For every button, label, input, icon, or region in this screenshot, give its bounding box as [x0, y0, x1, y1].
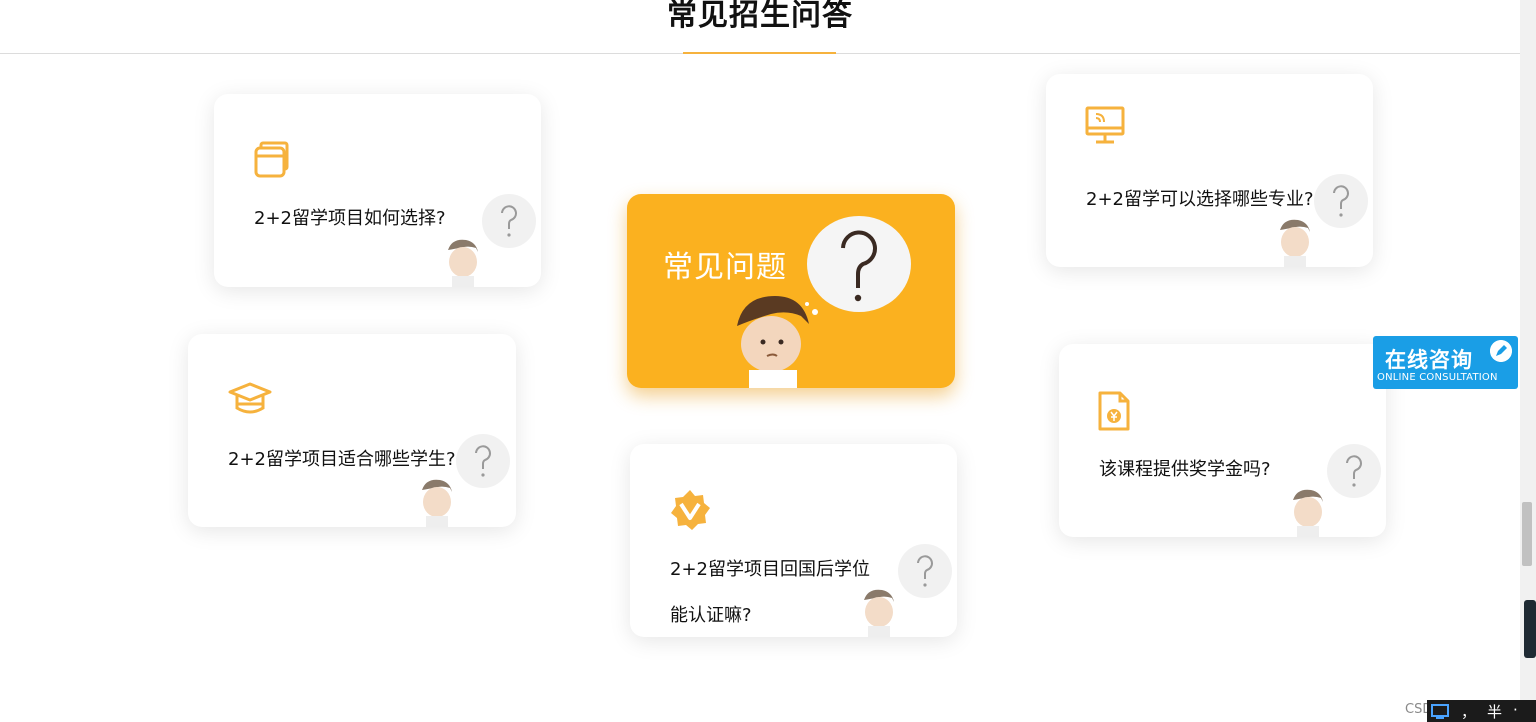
- thinking-boy-icon: [1293, 489, 1323, 537]
- question-mark-icon: [482, 194, 536, 248]
- scrollbar-thumb[interactable]: [1522, 502, 1532, 566]
- question-mark-icon: [898, 544, 952, 598]
- faq-card-5[interactable]: 该课程提供奖学金吗?: [1059, 344, 1386, 537]
- badge-v-icon: [671, 490, 710, 530]
- ime-toolbar[interactable]: ， 半 ·: [1427, 700, 1536, 722]
- online-consultation-button[interactable]: 在线咨询 ONLINE CONSULTATION: [1373, 336, 1518, 389]
- question-mark-icon: [1327, 444, 1381, 498]
- faq-question: 该课程提供奖学金吗?: [1099, 459, 1271, 480]
- faq-question: 2+2留学项目适合哪些学生?: [228, 449, 456, 470]
- document-yen-icon: [1098, 391, 1130, 431]
- ime-dot[interactable]: ·: [1513, 701, 1518, 719]
- faq-card-3[interactable]: 2+2留学项目回国后学位 能认证嘛?: [630, 444, 957, 637]
- pen-icon: [1490, 340, 1512, 362]
- scrollbar-overlay: [1524, 600, 1536, 658]
- faq-question: 2+2留学项目如何选择?: [254, 208, 446, 229]
- thinking-boy-icon: [737, 296, 818, 388]
- monitor-icon: [1085, 106, 1125, 144]
- thinking-boy-icon: [422, 479, 452, 527]
- faq-question-line1: 2+2留学项目回国后学位: [670, 559, 870, 580]
- thinking-boy-icon: [1280, 219, 1310, 267]
- center-card-label: 常见问题: [663, 250, 787, 285]
- faq-center-card: 常见问题: [627, 194, 955, 388]
- ime-punctuation[interactable]: ，: [1461, 701, 1476, 722]
- cards-icon: [254, 141, 289, 178]
- faq-question: 2+2留学可以选择哪些专业?: [1086, 189, 1314, 210]
- ime-mode[interactable]: 半: [1487, 701, 1502, 722]
- consultation-title: 在线咨询: [1385, 348, 1473, 372]
- thinking-boy-icon: [864, 589, 894, 637]
- graduation-cap-icon: [228, 382, 272, 414]
- title-underline: [683, 52, 836, 54]
- faq-card-2[interactable]: 2+2留学项目适合哪些学生?: [188, 334, 516, 527]
- faq-question-line2: 能认证嘛?: [670, 605, 752, 626]
- thinking-boy-icon: [448, 239, 478, 287]
- faq-card-4[interactable]: 2+2留学可以选择哪些专业?: [1046, 74, 1373, 267]
- page-title: 常见招生问答: [667, 0, 853, 33]
- question-mark-icon: [1314, 174, 1368, 228]
- consultation-subtitle: ONLINE CONSULTATION: [1377, 372, 1498, 383]
- faq-card-1[interactable]: 2+2留学项目如何选择?: [214, 94, 541, 287]
- keyboard-icon: [1431, 704, 1449, 719]
- question-mark-icon: [456, 434, 510, 488]
